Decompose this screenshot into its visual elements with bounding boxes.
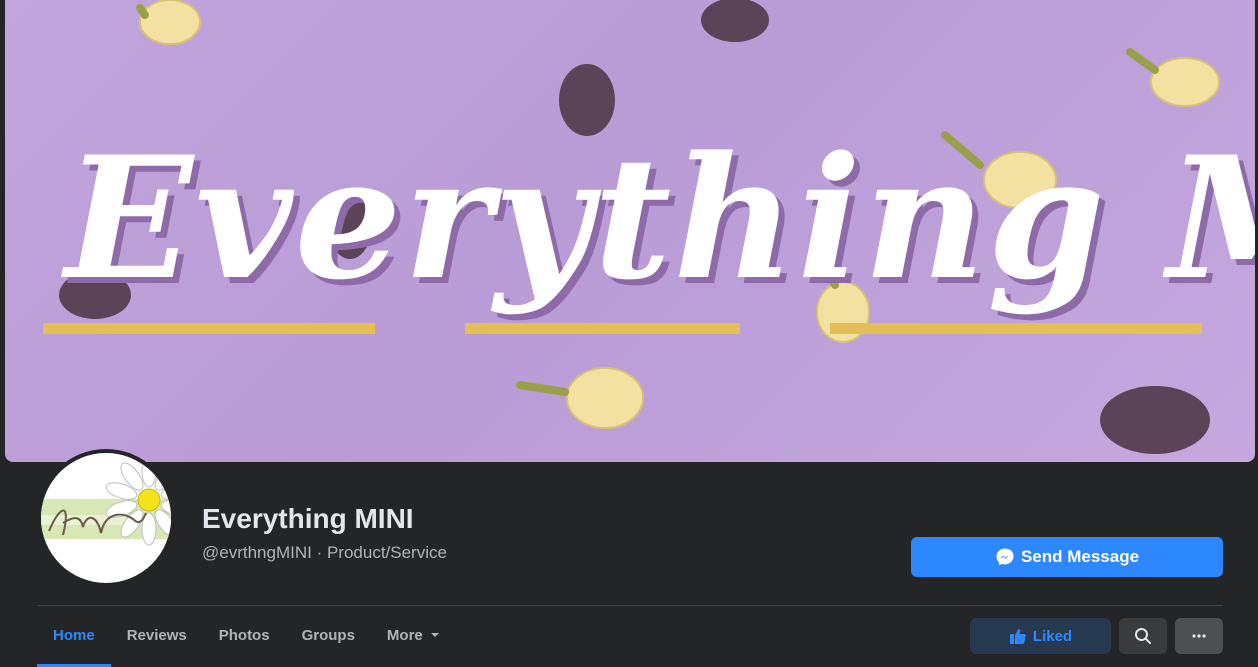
tab-home-label: Home xyxy=(53,626,95,644)
page-title: Everything MINI xyxy=(202,503,414,534)
search-icon xyxy=(1135,628,1151,644)
tab-photos[interactable]: Photos xyxy=(203,606,286,664)
cover-photo[interactable]: Everything Mini xyxy=(5,0,1255,462)
tab-more-label: More xyxy=(386,626,423,644)
tab-reviews[interactable]: Reviews xyxy=(111,606,203,664)
liked-label: Liked xyxy=(1032,627,1073,645)
send-message-button[interactable]: Send Message xyxy=(911,537,1223,577)
messenger-icon xyxy=(996,548,1014,566)
more-options-button[interactable] xyxy=(1175,618,1223,654)
tab-home[interactable]: Home xyxy=(37,606,111,667)
send-message-label: Send Message xyxy=(1020,547,1140,566)
cover-underline xyxy=(465,323,740,334)
ellipsis-icon xyxy=(1192,634,1206,638)
thumbs-up-icon xyxy=(1009,629,1026,644)
tab-groups-label: Groups xyxy=(301,626,355,644)
cover-underline xyxy=(830,323,1202,334)
avatar-image xyxy=(41,453,171,583)
page-tabs: Home Reviews Photos Groups More xyxy=(37,606,457,667)
cover-underline xyxy=(43,323,375,334)
avatar[interactable] xyxy=(37,449,175,587)
tab-groups[interactable]: Groups xyxy=(286,606,371,664)
liked-button[interactable]: Liked xyxy=(970,618,1111,654)
page-subtitle: @evrthngMINI · Product/Service xyxy=(202,543,447,562)
tab-photos-label: Photos xyxy=(218,626,270,644)
daisy-logo-icon xyxy=(41,454,171,546)
cover-title: Everything Mini xyxy=(65,119,1255,317)
search-button[interactable] xyxy=(1119,618,1167,654)
tab-more[interactable]: More xyxy=(371,606,457,664)
tab-reviews-label: Reviews xyxy=(126,626,187,644)
caret-down-icon xyxy=(430,633,439,637)
